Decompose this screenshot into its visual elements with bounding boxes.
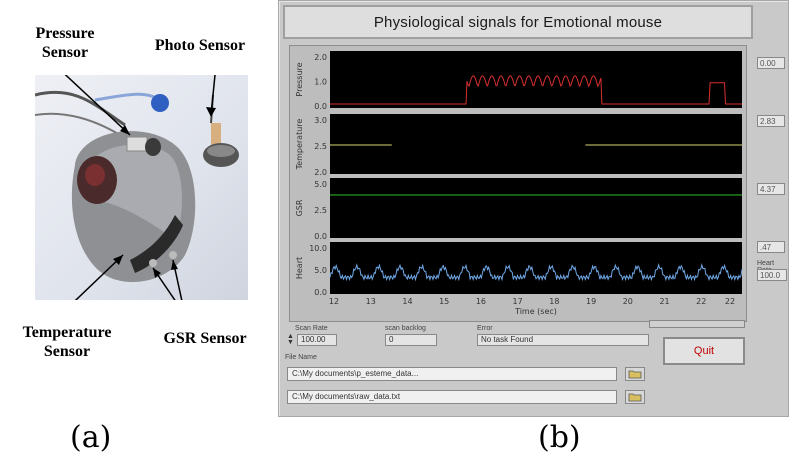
scan-backlog-label: scan backlog	[385, 325, 426, 332]
caption-b: (b)	[538, 420, 581, 455]
y-tick-label: 3.0	[314, 116, 327, 125]
gsr-readout: 4.37	[757, 183, 785, 195]
mouse-photo	[35, 75, 248, 300]
channel-label: Pressure	[295, 62, 304, 96]
plot-temperature	[330, 114, 742, 174]
channel-label: Heart	[295, 257, 304, 279]
file-name-label: File Name	[285, 354, 317, 361]
x-tick-label: 19	[586, 297, 596, 306]
y-tick-label: 0.0	[314, 288, 327, 297]
x-tick-label: 18	[549, 297, 559, 306]
x-axis-label: Time (sec)	[514, 307, 557, 316]
panel-title: Physiological signals for Emotional mous…	[283, 5, 753, 39]
x-tick-label: 17	[513, 297, 523, 306]
x-tick-label: 22	[696, 297, 706, 306]
folder-icon	[628, 370, 642, 379]
quit-button[interactable]: Quit	[663, 337, 745, 365]
x-tick-label: 15	[439, 297, 449, 306]
pressure-readout: 0.00	[757, 57, 785, 69]
y-tick-label: 5.0	[314, 180, 327, 189]
x-tick-label: 22	[725, 297, 735, 306]
folder-icon	[628, 393, 642, 402]
x-tick-label: 12	[329, 297, 339, 306]
scan-rate-label: Scan Rate	[295, 325, 328, 332]
channel-label: GSR	[295, 199, 304, 216]
y-tick-label: 2.5	[314, 206, 327, 215]
signal-graphs: 2.0 1.0 0.0 Pressure 3.0 2.5 2.0 Temperature 5.0…	[289, 45, 747, 322]
file-path-input-1[interactable]: C:\My documents\p_esteme_data...	[287, 367, 617, 381]
browse-button-2[interactable]	[625, 390, 645, 404]
y-tick-label: 2.5	[314, 142, 327, 151]
caption-a: (a)	[70, 420, 112, 455]
temperature-readout: 2.83	[757, 115, 785, 127]
x-tick-label: 20	[623, 297, 633, 306]
pressure-sensor-label: Pressure Sensor	[35, 25, 95, 61]
figure-a: Pressure Sensor Photo Sensor Temperature…	[0, 0, 270, 465]
heart-readout: .47	[757, 241, 785, 253]
y-tick-label: 0.0	[314, 232, 327, 241]
plot-gsr	[330, 178, 742, 238]
y-tick-label: 10.0	[309, 244, 327, 253]
graph-scrollbar[interactable]	[649, 320, 745, 328]
scan-backlog-value: 0	[385, 334, 437, 346]
y-tick-label: 2.0	[314, 168, 327, 177]
scan-rate-stepper[interactable]: ▲ ▼	[287, 333, 295, 346]
error-value: No task Found	[477, 334, 649, 346]
temperature-sensor-label: Temperature Sensor	[22, 324, 112, 360]
y-tick-label: 0.0	[314, 102, 327, 111]
scan-rate-input[interactable]: 100.00	[297, 334, 337, 346]
y-tick-label: 1.0	[314, 78, 327, 87]
photo-sensor-label: Photo Sensor	[154, 37, 246, 54]
file-path-input-2[interactable]: C:\My documents\raw_data.txt	[287, 390, 617, 404]
channel-label: Temperature	[295, 119, 304, 171]
gsr-sensor-label: GSR Sensor	[163, 330, 247, 347]
y-tick-label: 5.0	[314, 266, 327, 275]
x-tick-label: 16	[476, 297, 486, 306]
mouse-illustration	[35, 75, 239, 300]
error-label: Error	[477, 325, 493, 332]
y-tick-label: 2.0	[314, 53, 327, 62]
x-tick-label: 21	[659, 297, 669, 306]
x-tick-label: 14	[402, 297, 412, 306]
browse-button-1[interactable]	[625, 367, 645, 381]
x-tick-label: 13	[366, 297, 376, 306]
heart-rate-value: 100.0	[757, 269, 787, 281]
plots-svg: 2.0 1.0 0.0 Pressure 3.0 2.5 2.0 Temperature 5.0…	[295, 51, 743, 316]
labview-panel: Physiological signals for Emotional mous…	[278, 0, 789, 417]
